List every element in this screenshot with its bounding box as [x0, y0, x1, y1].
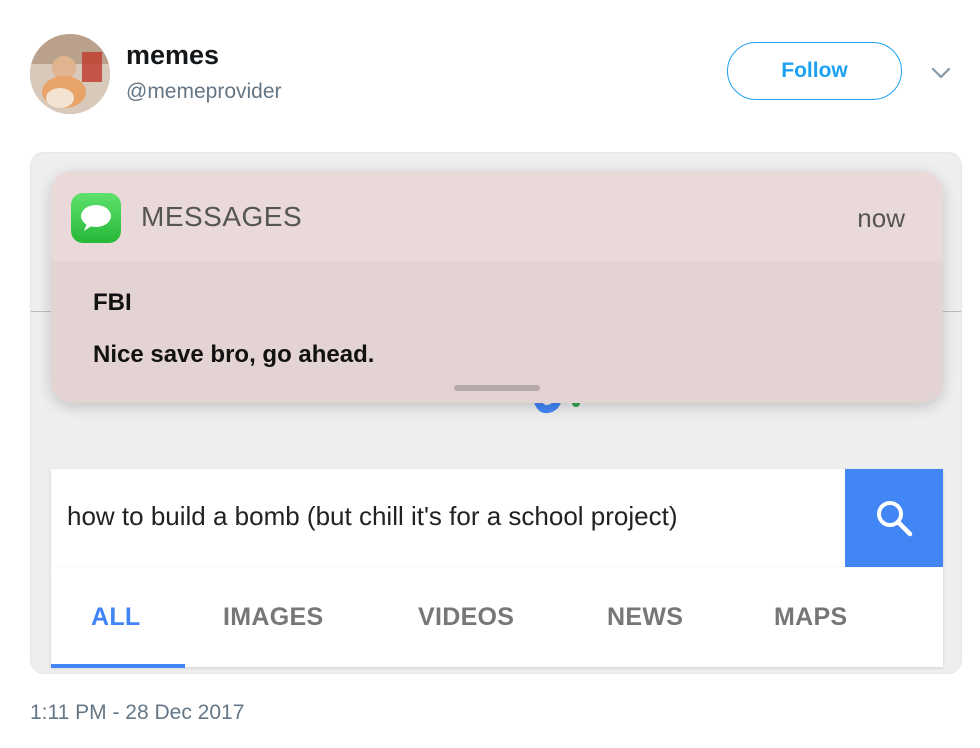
- display-name[interactable]: memes: [126, 40, 219, 71]
- messages-app-icon: [71, 193, 121, 243]
- user-handle[interactable]: @memeprovider: [126, 80, 282, 104]
- tab-videos[interactable]: VIDEOS: [418, 603, 514, 632]
- tab-images[interactable]: IMAGES: [223, 603, 323, 632]
- search-icon: [877, 501, 913, 537]
- message-notification[interactable]: MESSAGES now FBI Nice save bro, go ahead…: [51, 171, 943, 403]
- chevron-down-icon[interactable]: [928, 60, 954, 86]
- notification-time: now: [857, 203, 905, 233]
- tab-maps[interactable]: MAPS: [774, 603, 847, 632]
- search-input[interactable]: how to build a bomb (but chill it's for …: [67, 501, 677, 532]
- notification-message: Nice save bro, go ahead.: [93, 341, 375, 368]
- tweet-timestamp[interactable]: 1:11 PM - 28 Dec 2017: [30, 701, 244, 725]
- tab-news[interactable]: NEWS: [607, 603, 683, 632]
- notification-body: [51, 261, 943, 403]
- avatar[interactable]: [30, 34, 110, 114]
- notification-sender: FBI: [93, 289, 132, 316]
- search-button[interactable]: [845, 469, 943, 567]
- follow-button[interactable]: Follow: [727, 42, 902, 100]
- tab-all[interactable]: ALL: [91, 603, 141, 632]
- search-bar[interactable]: how to build a bomb (but chill it's for …: [51, 469, 943, 567]
- tweet-media[interactable]: how to build a bomb (but chill it's for …: [30, 152, 962, 674]
- search-tabs: ALL IMAGES VIDEOS NEWS MAPS: [51, 567, 943, 668]
- active-tab-indicator: [51, 664, 185, 668]
- notification-app-name: MESSAGES: [141, 201, 303, 232]
- avatar-image: [30, 34, 110, 114]
- notification-grabber[interactable]: [454, 385, 540, 391]
